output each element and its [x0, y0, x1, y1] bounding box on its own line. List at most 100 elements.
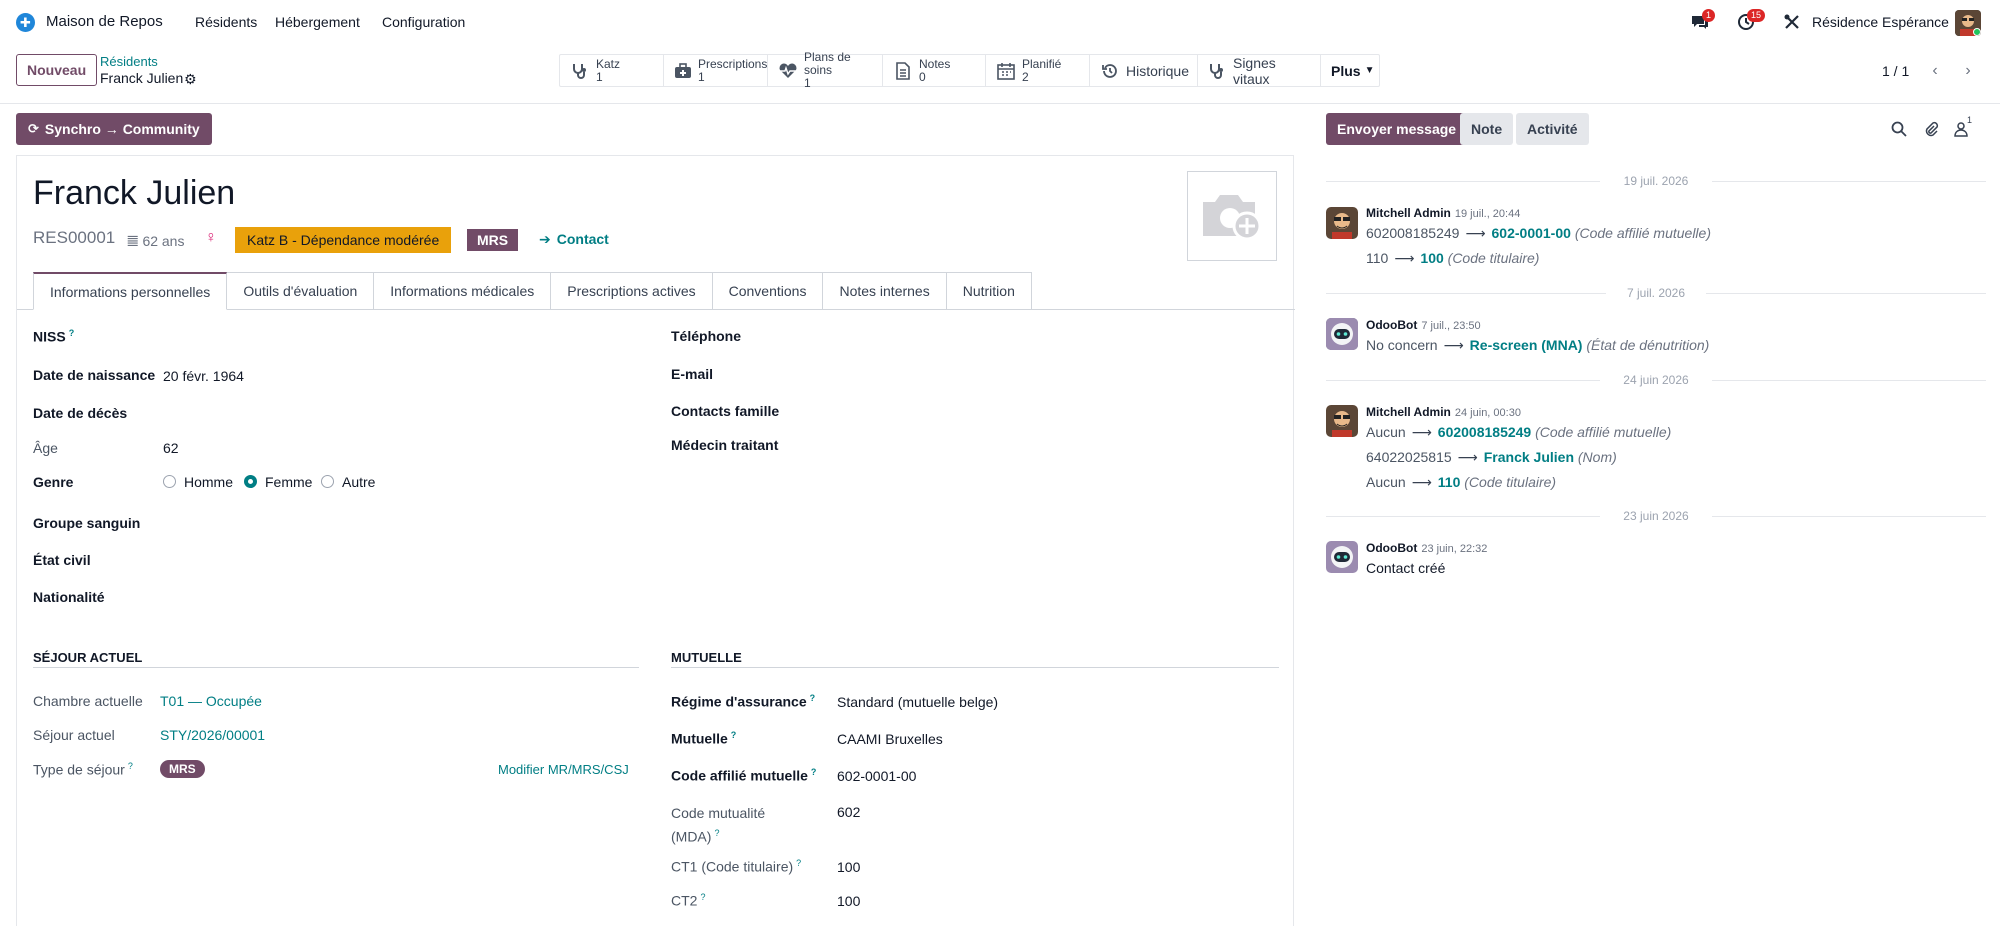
smart-history-label: Historique [1125, 62, 1189, 79]
breadcrumb-current: Franck Julien [100, 70, 184, 86]
mutuality-code-value: 602 [837, 804, 861, 820]
paperclip-icon[interactable] [1922, 120, 1940, 138]
current-stay-heading: SÉJOUR ACTUEL [33, 650, 143, 665]
birth-date-value[interactable]: 20 févr. 1964 [163, 368, 244, 384]
stay-label: Séjour actuel [33, 727, 115, 743]
tab-active-prescriptions[interactable]: Prescriptions actives [551, 272, 713, 310]
age-meta: 𝍤 62 ans [127, 231, 184, 255]
smart-history[interactable]: Historique [1090, 55, 1198, 86]
tracking-line: Aucun ⟶ 110 (Code titulaire) [1366, 474, 1557, 490]
birth-date-label: Date de naissance [33, 367, 156, 383]
smart-vital-signs[interactable]: Signes vitaux [1198, 54, 1321, 87]
app-name[interactable]: Maison de Repos [46, 13, 163, 30]
pager-prev-icon[interactable]: ‹ [1922, 58, 1948, 84]
smart-vital-signs-label: Signes vitaux [1232, 54, 1276, 87]
smart-buttons: Katz 1 Prescriptions 1 Plans de soins 1 Not… [559, 51, 1380, 90]
gender-radio-femme[interactable] [244, 475, 257, 488]
gender-radio-group: Homme Femme Autre [163, 474, 423, 491]
followers-icon[interactable]: 1 [1952, 115, 1972, 138]
resident-name[interactable]: Franck Julien [33, 174, 235, 213]
message-author[interactable]: Mitchell Admin 24 juin, 00:30 [1366, 405, 1521, 419]
tab-conventions[interactable]: Conventions [712, 272, 824, 310]
mutuelle-label: Mutuelle? [671, 730, 737, 747]
doctor-label: Médecin traitant [671, 437, 779, 453]
room-value-link[interactable]: T01 — Occupée [160, 693, 262, 709]
age-label: Âge [33, 440, 58, 456]
activities-count-badge: 15 [1747, 9, 1766, 22]
mutuelle-value[interactable]: CAAMI Bruxelles [837, 731, 943, 747]
smart-prescriptions[interactable]: Prescriptions 1 [664, 55, 768, 86]
gear-icon[interactable]: ⚙ [184, 71, 197, 88]
search-icon[interactable] [1890, 120, 1908, 138]
gender-option-autre: Autre [342, 474, 376, 490]
smart-planned-count: 2 [1022, 69, 1029, 84]
smart-prescriptions-count: 1 [698, 69, 705, 84]
menu-configuration[interactable]: Configuration [382, 14, 465, 30]
new-button[interactable]: Nouveau [16, 54, 98, 86]
smart-more-dropdown[interactable]: Plus ▼ [1321, 55, 1379, 86]
death-date-label: Date de décès [33, 405, 128, 421]
pager-value[interactable]: 1 / 1 [1882, 63, 1909, 79]
breadcrumb-residents[interactable]: Résidents [100, 54, 158, 69]
stay-type-label: Type de séjour? [33, 761, 133, 778]
katz-tag: Katz B - Dépendance modérée [235, 227, 452, 253]
photo-upload[interactable] [1187, 171, 1277, 261]
avatar[interactable] [1326, 318, 1358, 350]
send-message-button[interactable]: Envoyer message [1326, 113, 1468, 145]
chatter-panel: Envoyer message Note Activité 1 19 juil.… [1312, 104, 2000, 926]
smart-notes[interactable]: Notes 0 [883, 55, 986, 86]
ct2-value: 100 [837, 893, 861, 909]
gender-option-femme: Femme [265, 474, 313, 490]
contact-link-label: Contact [556, 231, 609, 247]
tools-icon[interactable] [1782, 12, 1802, 32]
room-label: Chambre actuelle [33, 693, 143, 709]
stay-type-pill: MRS [160, 760, 205, 778]
message-author[interactable]: OdooBot 23 juin, 22:32 [1366, 541, 1487, 555]
affiliate-code-value[interactable]: 602-0001-00 [837, 768, 916, 784]
message-author[interactable]: OdooBot 7 juil., 23:50 [1366, 318, 1481, 332]
stay-value-link[interactable]: STY/2026/00001 [160, 727, 265, 743]
user-avatar[interactable] [1955, 10, 1981, 36]
smart-planned[interactable]: Planifié 2 [986, 55, 1090, 86]
smart-care-plans[interactable]: Plans de soins 1 [768, 51, 883, 90]
heartbeat-icon [778, 61, 798, 81]
contact-link[interactable]: ➔ Contact [539, 231, 609, 248]
calendar-icon [996, 61, 1016, 81]
stay-type-tag: MRS [467, 229, 519, 251]
modify-stay-type-link[interactable]: Modifier MR/MRS/CSJ [498, 762, 629, 777]
activities-clock-icon[interactable]: 15 [1737, 9, 1766, 32]
avatar[interactable] [1326, 405, 1358, 437]
log-note-button[interactable]: Note [1460, 113, 1514, 145]
tracking-line: No concern ⟶ Re-screen (MNA) (État de dénu… [1366, 337, 1710, 353]
gender-option-homme: Homme [184, 474, 234, 490]
tab-personal-info[interactable]: Informations personnelles [33, 272, 228, 310]
tab-medical-info[interactable]: Informations médicales [374, 272, 552, 310]
menu-hebergement[interactable]: Hébergement [275, 14, 360, 30]
sync-community-button[interactable]: ⟳ Synchro → Community [16, 113, 212, 145]
app-logo-icon[interactable]: ✚ [16, 13, 35, 32]
avatar[interactable] [1326, 207, 1358, 239]
tab-internal-notes[interactable]: Notes internes [823, 272, 947, 310]
smart-prescriptions-label: Prescriptions [698, 56, 768, 71]
gender-radio-homme[interactable] [163, 475, 176, 488]
pager-next-icon[interactable]: › [1955, 58, 1981, 84]
avatar[interactable] [1326, 541, 1358, 573]
activity-button[interactable]: Activité [1516, 113, 1589, 145]
gender-radio-autre[interactable] [321, 475, 334, 488]
date-separator: 24 juin 2026 [1326, 373, 1986, 387]
company-switcher[interactable]: Résidence Espérance [1812, 14, 1949, 30]
insurance-regime-value[interactable]: Standard (mutuelle belge) [837, 694, 998, 710]
messages-icon[interactable]: 1 [1690, 9, 1716, 32]
age-short: 62 ans [142, 233, 185, 249]
tab-assessment-tools[interactable]: Outils d'évaluation [227, 272, 375, 310]
file-text-icon [893, 61, 913, 81]
venus-icon: ♀ [205, 229, 217, 246]
camera-plus-icon [1203, 195, 1262, 241]
menu-residents[interactable]: Résidents [195, 14, 257, 30]
tab-nutrition[interactable]: Nutrition [946, 272, 1032, 310]
refresh-icon: ⟳ [28, 121, 39, 136]
mutuelle-divider [671, 667, 1279, 668]
message-author[interactable]: Mitchell Admin 19 juil., 20:44 [1366, 206, 1520, 220]
date-separator: 19 juil. 2026 [1326, 174, 1986, 188]
smart-katz[interactable]: Katz 1 [560, 55, 664, 86]
